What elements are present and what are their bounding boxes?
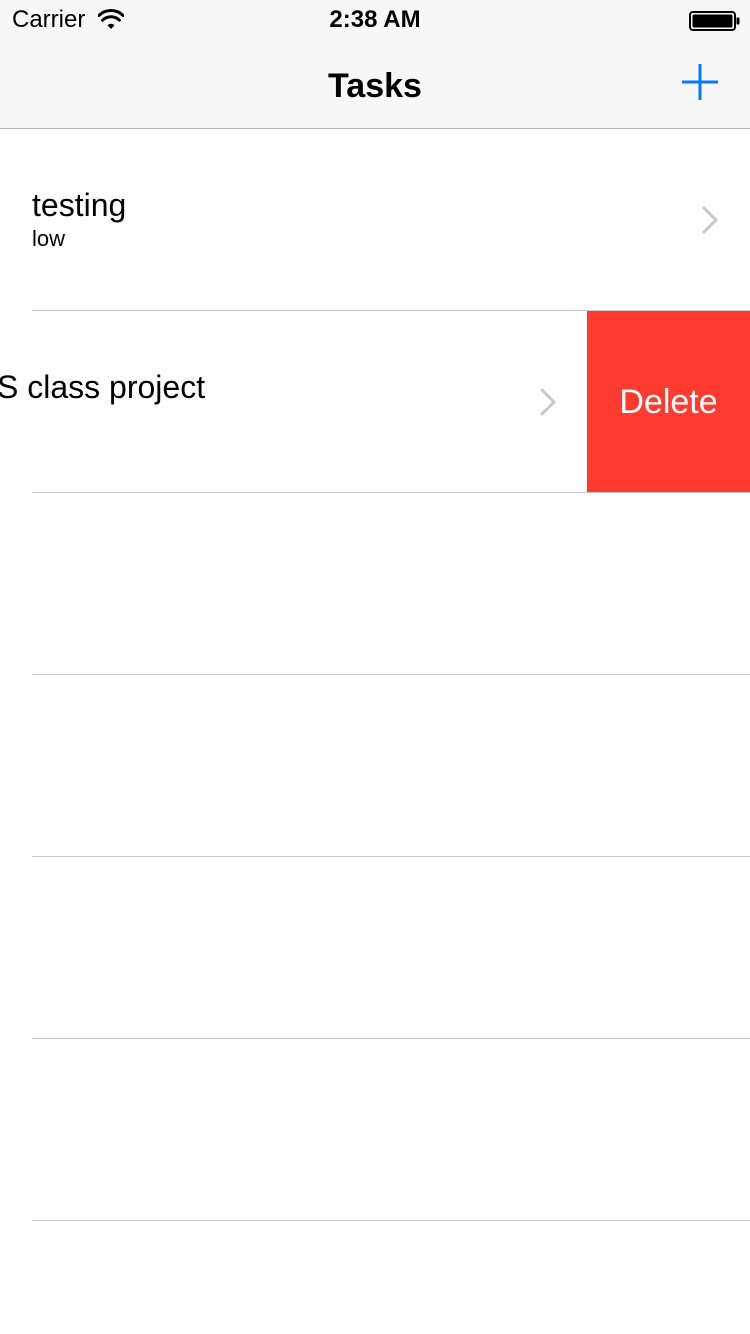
task-priority: low — [32, 226, 66, 251]
status-time: 2:38 AM — [329, 6, 421, 33]
row-separator — [32, 1220, 750, 1221]
task-table: testing low S class project Delete — [0, 129, 750, 1334]
row-separator — [32, 856, 750, 857]
battery-icon — [689, 11, 741, 31]
row-separator — [32, 1038, 750, 1039]
task-title: S class project — [0, 369, 206, 405]
delete-button[interactable]: Delete — [587, 311, 750, 493]
task-title: testing — [32, 187, 127, 223]
chevron-right-icon — [540, 388, 556, 416]
table-row[interactable]: testing low — [0, 129, 750, 311]
chevron-right-icon — [702, 206, 718, 234]
screen: Carrier 2:38 AM Tasks testing low S clas… — [0, 0, 750, 1334]
add-task-button[interactable] — [672, 54, 728, 110]
row-separator — [32, 492, 750, 493]
navigation-bar: Tasks — [0, 40, 750, 128]
table-row-swiped[interactable]: S class project Delete — [0, 311, 750, 493]
plus-icon — [682, 64, 718, 100]
row-separator — [32, 674, 750, 675]
status-bar: Carrier 2:38 AM — [0, 0, 750, 40]
page-title: Tasks — [328, 67, 422, 105]
top-bar: Carrier 2:38 AM Tasks — [0, 0, 750, 129]
